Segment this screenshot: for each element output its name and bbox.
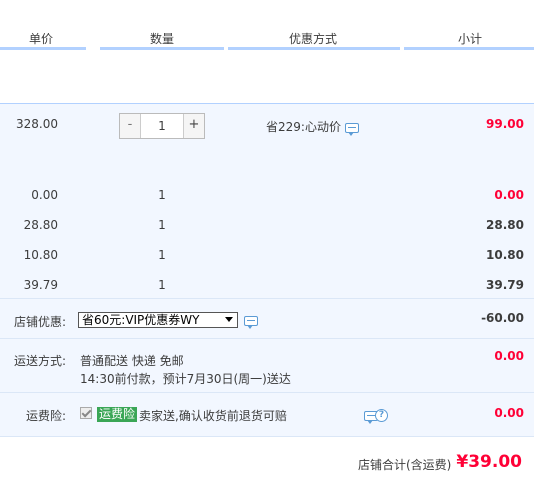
shipping-insurance-section: 运费险: 运费险 卖家送,确认收货前退货可赔 ? 0.00 (0, 392, 534, 436)
quantity-decrease-button[interactable]: - (120, 114, 141, 138)
help-icon[interactable]: ? (375, 409, 388, 422)
item-price: 39.79 (23, 278, 58, 292)
item-price: 10.80 (23, 248, 58, 262)
header-underline (228, 47, 400, 50)
shipping-method: 普通配送 快递 免邮 (80, 354, 184, 368)
header-promo: 优惠方式 (289, 32, 338, 46)
table-row: 39.79 1 39.79 (0, 278, 534, 298)
chat-icon[interactable] (244, 316, 258, 329)
shop-discount-selected: 省60元:VIP优惠券WY (82, 313, 200, 327)
quantity-input[interactable]: 1 (141, 114, 183, 138)
quantity-increase-button[interactable]: + (183, 114, 204, 138)
item-subtotal: 28.80 (486, 218, 524, 232)
dropdown-arrow-icon (225, 317, 233, 322)
item-subtotal: 0.00 (494, 188, 524, 202)
header-underline (0, 47, 86, 50)
header-price: 单价 (29, 32, 54, 46)
header-underline (404, 47, 534, 50)
item-quantity: 1 (158, 248, 166, 262)
table-header: 单价 数量 优惠方式 小计 (0, 26, 534, 50)
shipping-section: 运送方式: 普通配送 快递 免邮 14:30前付款，预计7月30日(周一)送达 … (0, 338, 534, 392)
insurance-label: 运费险: (25, 409, 66, 423)
header-quantity: 数量 (150, 32, 175, 46)
header-underline (100, 47, 224, 50)
item-subtotal: 39.79 (486, 278, 524, 292)
item-quantity: 1 (158, 218, 166, 232)
shop-discount-section: 店铺优惠: 省60元:VIP优惠券WY -60.00 (0, 298, 534, 338)
item-subtotal: 10.80 (486, 248, 524, 262)
item-quantity: 1 (158, 278, 166, 292)
shop-discount-label: 店铺优惠: (13, 315, 66, 329)
item-price: 328.00 (16, 117, 58, 131)
insurance-value: 0.00 (494, 406, 524, 420)
table-row: 10.80 1 10.80 (0, 248, 534, 268)
shop-total-value: ¥39.00 (456, 452, 522, 472)
item-price: 28.80 (23, 218, 58, 232)
promo-text: 省229:心动价 (266, 120, 341, 134)
insurance-text: 卖家送,确认收货前退货可赔 (139, 409, 287, 423)
shop-total-section: 店铺合计(含运费) ¥39.00 (0, 436, 534, 481)
table-row: 28.80 1 28.80 (0, 218, 534, 238)
insurance-checkbox[interactable] (80, 407, 92, 419)
shipping-eta: 14:30前付款，预计7月30日(周一)送达 (80, 372, 291, 386)
shop-discount-value: -60.00 (481, 311, 524, 325)
quantity-stepper[interactable]: - 1 + (119, 113, 205, 139)
item-subtotal: 99.00 (486, 117, 524, 131)
shipping-label: 运送方式: (13, 354, 66, 368)
shipping-value: 0.00 (494, 349, 524, 363)
item-quantity: 1 (158, 188, 166, 202)
item-price: 0.00 (31, 188, 58, 202)
chat-icon[interactable] (344, 122, 359, 136)
insurance-tag: 运费险 (97, 407, 138, 422)
header-subtotal: 小计 (458, 32, 483, 46)
promo-info: 省229:心动价 (266, 118, 359, 136)
shop-discount-select[interactable]: 省60元:VIP优惠券WY (78, 312, 238, 328)
table-row: 0.00 1 0.00 (0, 188, 534, 208)
shop-total-label: 店铺合计(含运费) (358, 458, 452, 472)
